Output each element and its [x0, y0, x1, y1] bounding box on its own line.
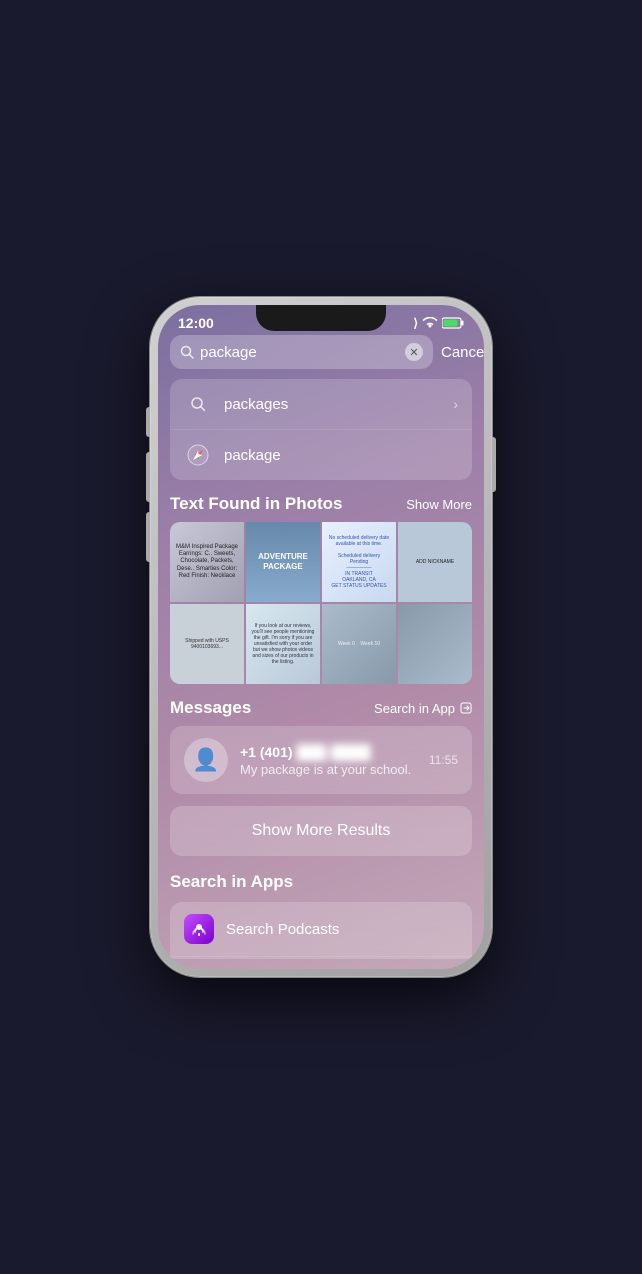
- cancel-button[interactable]: Cancel: [441, 344, 484, 361]
- photo-cell-6[interactable]: If you look at our reviews, you'll see p…: [246, 604, 320, 684]
- photos-show-more[interactable]: Show More: [406, 497, 472, 512]
- messages-section-header: Messages Search in App: [170, 698, 472, 718]
- message-time: 11:55: [429, 753, 458, 767]
- battery-icon: [442, 317, 464, 329]
- search-in-apps-section: Search in Apps Search Podcasts: [170, 872, 472, 959]
- person-icon: 👤: [192, 747, 219, 773]
- photo-cell-1[interactable]: M&M Inspired Package Earrings: C.. Sweet…: [170, 522, 244, 602]
- clear-search-button[interactable]: ✕: [405, 343, 423, 361]
- suggestion-package[interactable]: package: [170, 430, 472, 480]
- safari-icon: [184, 441, 212, 469]
- photo-cell-3[interactable]: No scheduled delivery date available at …: [322, 522, 396, 602]
- photos-section-header: Text Found in Photos Show More: [170, 494, 472, 514]
- search-bar[interactable]: ✕: [170, 335, 433, 369]
- search-bar-row: ✕ Cancel: [170, 335, 472, 369]
- search-icon: [180, 345, 194, 359]
- search-in-apps-title: Search in Apps: [170, 872, 472, 892]
- search-input[interactable]: [200, 344, 399, 361]
- search-podcasts-label: Search Podcasts: [226, 921, 339, 938]
- photo-cell-5[interactable]: Shipped with USPS9400103693...: [170, 604, 244, 684]
- volume-up-button: [146, 452, 150, 502]
- status-time: 12:00: [178, 315, 214, 331]
- phone-screen: 12:00 ⟩: [158, 305, 484, 969]
- photo-cell-4[interactable]: ADD NICKNAME: [398, 522, 472, 602]
- suggestion-text-packages: packages: [224, 396, 441, 413]
- avatar: 👤: [184, 738, 228, 782]
- mute-button: [146, 407, 150, 437]
- search-appstore-item[interactable]: Search App Store: [170, 957, 472, 959]
- screen-content: ✕ Cancel packages ›: [158, 335, 484, 959]
- photo-cell-7[interactable]: Week 0 Week 10: [322, 604, 396, 684]
- location-icon: ⟩: [413, 316, 418, 330]
- photo-cell-2[interactable]: ADVENTUREPACKAGE: [246, 522, 320, 602]
- power-button: [492, 437, 496, 492]
- message-sender: +1 (401) ███-████: [240, 744, 417, 760]
- messages-search-in-app[interactable]: Search in App: [374, 701, 472, 716]
- messages-section-title: Messages: [170, 698, 251, 718]
- status-icons: ⟩: [413, 316, 464, 330]
- notch: [256, 305, 386, 331]
- show-more-results-button[interactable]: Show More Results: [170, 806, 472, 856]
- app-search-list: Search Podcasts Search App Store: [170, 902, 472, 959]
- messages-section: Messages Search in App 👤: [170, 698, 472, 794]
- search-suggestion-icon: [184, 390, 212, 418]
- message-card[interactable]: 👤 +1 (401) ███-████ My package is at you…: [170, 726, 472, 794]
- suggestion-arrow: ›: [453, 396, 458, 412]
- search-podcasts-item[interactable]: Search Podcasts: [170, 902, 472, 957]
- photo-grid[interactable]: M&M Inspired Package Earrings: C.. Sweet…: [170, 522, 472, 684]
- wifi-icon: [422, 317, 438, 329]
- suggestion-packages[interactable]: packages ›: [170, 379, 472, 430]
- photo-cell-8[interactable]: [398, 604, 472, 684]
- suggestions-list: packages › package: [170, 379, 472, 480]
- message-info: +1 (401) ███-████ My package is at your …: [240, 744, 417, 777]
- photos-section-title: Text Found in Photos: [170, 494, 343, 514]
- suggestion-text-package: package: [224, 447, 458, 464]
- phone-frame: 12:00 ⟩: [150, 297, 492, 977]
- volume-down-button: [146, 512, 150, 562]
- podcasts-icon: [184, 914, 214, 944]
- message-preview: My package is at your school.: [240, 762, 417, 777]
